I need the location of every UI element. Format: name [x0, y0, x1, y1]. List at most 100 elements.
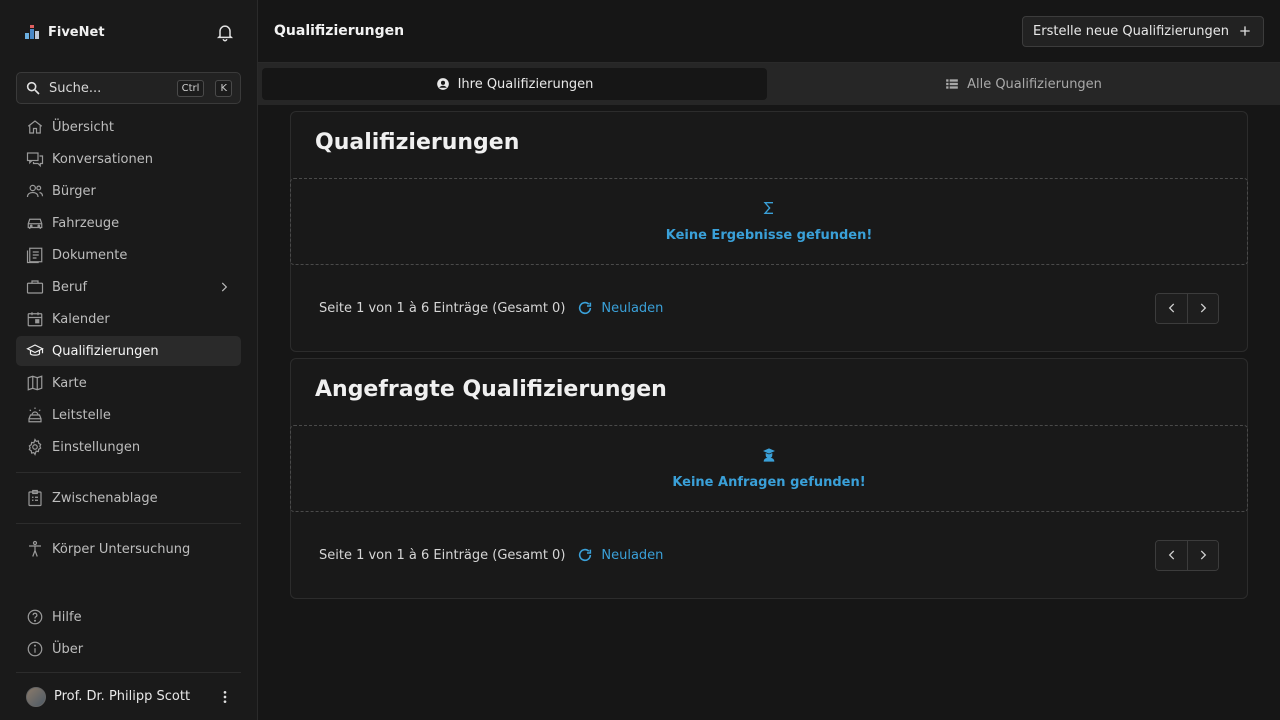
nav-label: Über [52, 641, 84, 657]
pagination: Seite 1 von 1 à 6 Einträge (Gesamt 0) Ne… [291, 512, 1247, 598]
nav-label: Dokumente [52, 247, 128, 263]
dispatch-icon [28, 407, 42, 423]
search-input[interactable]: Suche... Ctrl K [16, 72, 241, 104]
tab-bar: Ihre Qualifizierungen Alle Qualifizierun… [258, 63, 1280, 105]
prev-page-button[interactable] [1156, 293, 1187, 323]
bell-icon[interactable] [215, 22, 235, 42]
nav-item-kalender[interactable]: Kalender [16, 304, 241, 334]
info-icon [27, 641, 43, 657]
brand: FiveNet [16, 0, 241, 64]
main-nav: Übersicht Konversationen Bürger Fahrzeug… [16, 112, 241, 462]
nav-item-leitstelle[interactable]: Leitstelle [16, 400, 241, 430]
nav-item-buerger[interactable]: Bürger [16, 176, 241, 206]
tab-alle-qualifizierungen[interactable]: Alle Qualifizierungen [771, 68, 1276, 100]
sidebar: FiveNet Suche... Ctrl K Übersicht Konver… [0, 0, 258, 720]
chevron-right-icon [221, 282, 228, 292]
shortcut-k: K [215, 79, 232, 97]
pagination-info: Seite 1 von 1 à 6 Einträge (Gesamt 0) [319, 547, 566, 563]
list-icon [946, 79, 958, 89]
nav-item-qualifizierungen[interactable]: Qualifizierungen [16, 336, 241, 366]
nav-item-einstellungen[interactable]: Einstellungen [16, 432, 241, 462]
create-button-label: Erstelle neue Qualifizierungen [1033, 23, 1229, 39]
nav-label: Hilfe [52, 609, 82, 625]
nav-label: Fahrzeuge [52, 215, 120, 231]
nav-divider [16, 472, 241, 473]
nav-item-ueber[interactable]: Über [16, 634, 241, 664]
user-menu[interactable]: Prof. Dr. Philipp Scott [16, 672, 241, 720]
fivenet-logo-icon [25, 25, 39, 39]
pagination: Seite 1 von 1 à 6 Einträge (Gesamt 0) Ne… [291, 265, 1247, 351]
nav-label: Einstellungen [52, 439, 141, 455]
sidebar-bottom: Hilfe Über Prof. Dr. Philipp Scott [16, 602, 241, 720]
nav-label: Übersicht [52, 119, 114, 135]
nav-item-hilfe[interactable]: Hilfe [16, 602, 241, 632]
nav-label: Leitstelle [52, 407, 111, 423]
next-page-button[interactable] [1187, 540, 1218, 570]
user-circle-icon [436, 78, 449, 90]
tab-label: Alle Qualifizierungen [967, 76, 1102, 92]
reload-button[interactable]: Neuladen [577, 300, 663, 316]
documents-icon [26, 247, 43, 264]
refresh-icon [579, 301, 592, 315]
chat-icon [26, 152, 44, 168]
map-icon [27, 375, 43, 391]
shortcut-ctrl: Ctrl [176, 79, 205, 97]
app-name: FiveNet [48, 24, 105, 40]
nav-label: Zwischenablage [52, 490, 158, 506]
empty-state-text: Keine Ergebnisse gefunden! [665, 228, 873, 243]
topbar: Qualifizierungen Erstelle neue Qualifizi… [258, 0, 1280, 63]
chevron-right-icon [1200, 550, 1207, 560]
graduation-cap-icon [26, 344, 44, 356]
empty-state: Keine Anfragen gefunden! [290, 425, 1248, 512]
more-vertical-icon[interactable] [217, 689, 233, 705]
next-page-button[interactable] [1187, 293, 1218, 323]
body-icon [29, 540, 41, 557]
nav-item-fahrzeuge[interactable]: Fahrzeuge [16, 208, 241, 238]
sigma-icon [763, 202, 773, 214]
chevron-left-icon [1168, 550, 1174, 560]
nav-label: Beruf [52, 279, 88, 295]
refresh-icon [579, 548, 592, 562]
nav-item-beruf[interactable]: Beruf [16, 272, 241, 302]
chevron-left-icon [1168, 303, 1174, 313]
nav-label: Bürger [52, 183, 96, 199]
nav-label: Körper Untersuchung [52, 541, 191, 557]
empty-state: Keine Ergebnisse gefunden! [290, 178, 1248, 265]
reload-button[interactable]: Neuladen [577, 547, 663, 563]
page-title: Qualifizierungen [274, 23, 405, 39]
nav-item-konversationen[interactable]: Konversationen [16, 144, 241, 174]
student-icon [763, 448, 775, 462]
qualifications-card: Qualifizierungen Keine Ergebnisse gefund… [290, 111, 1248, 352]
app-root: FiveNet Suche... Ctrl K Übersicht Konver… [0, 0, 1280, 720]
search-placeholder: Suche... [49, 80, 102, 96]
nav-label: Konversationen [52, 151, 153, 167]
nav-item-koerper-untersuchung[interactable]: Körper Untersuchung [16, 534, 241, 564]
tab-label: Ihre Qualifizierungen [457, 76, 594, 92]
prev-page-button[interactable] [1156, 540, 1187, 570]
main-content: Qualifizierungen Erstelle neue Qualifizi… [258, 0, 1280, 720]
pagination-buttons [1155, 539, 1219, 571]
user-name: Prof. Dr. Philipp Scott [54, 689, 191, 704]
nav-item-uebersicht[interactable]: Übersicht [16, 112, 241, 142]
nav-item-karte[interactable]: Karte [16, 368, 241, 398]
reload-label: Neuladen [601, 300, 664, 316]
clipboard-icon [28, 489, 42, 507]
nav-item-dokumente[interactable]: Dokumente [16, 240, 241, 270]
help-icon [27, 609, 43, 625]
pagination-info: Seite 1 von 1 à 6 Einträge (Gesamt 0) [319, 300, 566, 316]
create-qualification-button[interactable]: Erstelle neue Qualifizierungen [1022, 15, 1264, 47]
section-title: Angefragte Qualifizierungen [315, 377, 667, 402]
content-area: Qualifizierungen Keine Ergebnisse gefund… [258, 105, 1280, 599]
avatar [26, 686, 46, 707]
nav-label: Kalender [52, 311, 110, 327]
plus-icon [1240, 26, 1250, 36]
search-icon [26, 81, 40, 95]
pagination-buttons [1155, 292, 1219, 324]
reload-label: Neuladen [601, 547, 664, 563]
users-icon [26, 184, 44, 198]
tab-ihre-qualifizierungen[interactable]: Ihre Qualifizierungen [262, 68, 767, 100]
empty-state-text: Keine Anfragen gefunden! [672, 475, 866, 490]
nav-label: Qualifizierungen [52, 343, 159, 359]
nav-item-zwischenablage[interactable]: Zwischenablage [16, 483, 241, 513]
home-icon [27, 120, 43, 134]
